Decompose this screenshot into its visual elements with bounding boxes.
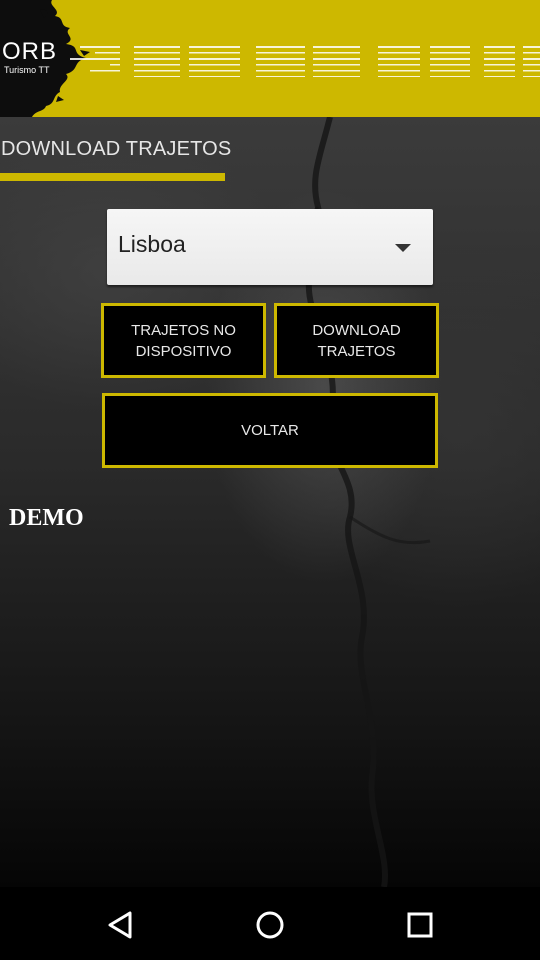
trajetos-no-dispositivo-button[interactable]: TRAJETOS NO DISPOSITIVO <box>101 303 266 378</box>
dropdown-arrow-icon <box>395 244 411 252</box>
logo-main-text: ORB <box>2 38 58 65</box>
recents-icon[interactable] <box>400 905 440 945</box>
header-splatter-decoration <box>0 0 540 117</box>
demo-label: DEMO <box>9 505 84 531</box>
voltar-button[interactable]: VOLTAR <box>102 393 438 468</box>
system-navigation-bar <box>0 887 540 960</box>
home-icon[interactable] <box>250 905 290 945</box>
app-logo: ORB Turismo TT <box>2 38 58 76</box>
page-title: DOWNLOAD TRAJETOS <box>1 138 232 160</box>
city-dropdown[interactable]: Lisboa <box>107 209 433 285</box>
app-header: ORB Turismo TT <box>0 0 540 117</box>
download-trajetos-button[interactable]: DOWNLOAD TRAJETOS <box>274 303 439 378</box>
back-icon[interactable] <box>100 905 140 945</box>
title-underline <box>0 173 225 181</box>
logo-sub-text: Turismo TT <box>4 65 50 75</box>
city-dropdown-value: Lisboa <box>118 231 186 257</box>
